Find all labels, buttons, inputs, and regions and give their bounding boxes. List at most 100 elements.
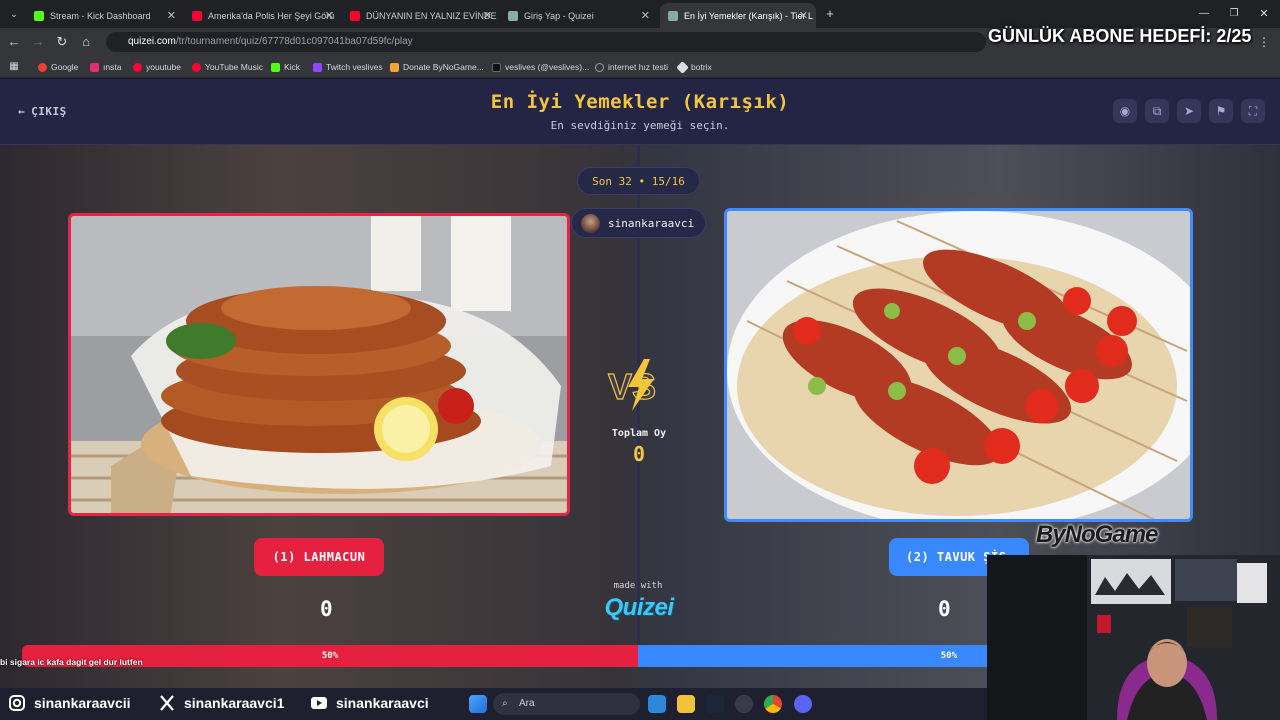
right-percent-bar: 50% xyxy=(638,645,987,667)
bookmark-botrix[interactable]: botrix xyxy=(676,60,712,74)
made-with-label: made with xyxy=(613,581,663,591)
bookmark-youtube-music[interactable]: YouTube Music xyxy=(192,60,263,74)
bookmark-label: ınsta xyxy=(103,62,122,72)
bookmark-label: youutube xyxy=(146,62,181,72)
username: sinankaraavci xyxy=(608,217,695,230)
avatar xyxy=(581,214,600,233)
webcam-overlay xyxy=(987,555,1280,720)
tab-youtube-1[interactable]: Amerika'da Polis Her Şeyi Görü ✕ xyxy=(184,3,342,28)
tab-quizei-active[interactable]: En İyi Yemekler (Karışık) - Tier L ✕ xyxy=(660,3,816,28)
minimize-icon[interactable]: — xyxy=(1196,6,1212,22)
youtube-icon xyxy=(133,62,142,72)
youtube-icon xyxy=(311,697,327,709)
instagram-icon xyxy=(90,62,99,72)
kick-icon xyxy=(34,10,44,21)
choice-card-left[interactable] xyxy=(68,213,570,516)
url-path: /tr/tournament/quiz/67778d01c097041ba07d… xyxy=(175,36,413,47)
windows-start-icon[interactable] xyxy=(469,695,487,713)
weather-app-icon[interactable] xyxy=(648,695,666,713)
twitch-icon xyxy=(313,62,322,72)
choice-button-left[interactable]: (1) LAHMACUN xyxy=(254,538,384,576)
bookmark-label: Google xyxy=(51,62,79,72)
tab-title: Stream - Kick Dashboard xyxy=(50,10,151,21)
bookmarks-bar: ▦ Google ınsta youutube YouTube Music Ki… xyxy=(0,56,1280,78)
back-icon[interactable]: ← xyxy=(6,34,22,50)
page-title: En İyi Yemekler (Karışık) xyxy=(490,91,790,113)
obs-icon[interactable] xyxy=(735,695,753,713)
url-field[interactable]: quizei.com/tr/tournament/quiz/67778d01c0… xyxy=(106,32,986,52)
tab-title: Amerika'da Polis Her Şeyi Görü xyxy=(208,10,335,21)
close-icon[interactable]: ✕ xyxy=(641,9,650,22)
social-handle: sinankaraavcii xyxy=(34,695,131,711)
total-votes-label: Toplam Oy xyxy=(611,428,667,439)
tab-list-icon[interactable]: ⌄ xyxy=(6,6,22,22)
steam-icon[interactable] xyxy=(706,695,724,713)
share-icon[interactable]: ⧉ xyxy=(1145,99,1169,123)
tab-quizei-login[interactable]: Giriş Yap - Quizei ✕ xyxy=(500,3,658,28)
choice-card-right[interactable] xyxy=(724,208,1193,522)
social-instagram: sinankaraavcii xyxy=(8,694,131,712)
social-handle: sinankaraavci1 xyxy=(184,695,285,711)
discord-icon[interactable] xyxy=(794,695,812,713)
reload-icon[interactable]: ↻ xyxy=(54,34,70,50)
youtube-icon xyxy=(350,10,360,21)
apps-icon[interactable]: ▦ xyxy=(6,59,22,75)
tavuk-sis-image xyxy=(727,211,1190,519)
tab-youtube-2[interactable]: DÜNYANIN EN YALNIZ EVİNDE ✕ xyxy=(342,3,500,28)
bookmark-speedtest[interactable]: internet hız testi xyxy=(595,60,668,74)
kick-icon xyxy=(271,62,280,72)
eye-icon[interactable]: ◉ xyxy=(1113,99,1137,123)
quizei-logo[interactable]: Quizei xyxy=(592,594,686,622)
right-votes: 0 xyxy=(938,597,951,621)
bookmark-twitch[interactable]: Twitch veslives xyxy=(313,60,383,74)
donate-icon xyxy=(390,62,399,72)
quiz-header: ← ÇIKIŞ En İyi Yemekler (Karışık) En sev… xyxy=(0,79,1280,145)
bookmark-label: Donate ByNoGame... xyxy=(403,62,484,72)
close-icon[interactable]: ✕ xyxy=(799,9,808,22)
menu-icon[interactable]: ⋮ xyxy=(1256,34,1272,50)
user-badge: sinankaraavci xyxy=(571,208,706,238)
browser-tab-bar: ⌄ Stream - Kick Dashboard ✕ Amerika'da P… xyxy=(0,0,1280,28)
youtube-music-icon xyxy=(192,62,201,72)
forward-icon[interactable]: → xyxy=(30,34,46,50)
file-explorer-icon[interactable] xyxy=(677,695,695,713)
taskbar-search[interactable]: ⌕ Ara xyxy=(493,693,640,715)
tiktok-icon xyxy=(492,62,501,72)
lahmacun-image xyxy=(71,216,567,513)
search-icon: ⌕ xyxy=(502,698,508,709)
tab-kick-dashboard[interactable]: Stream - Kick Dashboard ✕ xyxy=(26,3,184,28)
restore-icon[interactable]: ❐ xyxy=(1226,6,1242,22)
quizei-icon xyxy=(668,10,678,21)
close-icon[interactable]: ✕ xyxy=(483,9,492,22)
fullscreen-icon[interactable]: ⛶ xyxy=(1241,99,1265,123)
bookmark-google[interactable]: Google xyxy=(38,60,78,74)
page-subtitle: En sevdiğiniz yemeği seçin. xyxy=(550,119,730,132)
vs-lightning-icon: VS xyxy=(607,359,657,411)
bookmark-label: Kick xyxy=(284,62,301,72)
social-youtube: sinankaraavci xyxy=(310,694,429,712)
speedtest-icon xyxy=(595,62,604,72)
instagram-icon xyxy=(9,695,25,711)
bookmark-tiktok[interactable]: veslives (@veslives)... xyxy=(492,60,589,74)
new-tab-icon[interactable]: + xyxy=(822,6,838,22)
send-icon[interactable]: ➤ xyxy=(1177,99,1201,123)
home-icon[interactable]: ⌂ xyxy=(78,34,94,50)
subscriber-goal-overlay: GÜNLÜK ABONE HEDEFİ: 2/25 xyxy=(988,26,1252,46)
bookmark-kick[interactable]: Kick xyxy=(271,60,300,74)
x-icon xyxy=(160,695,174,711)
webcam-image xyxy=(987,555,1280,720)
search-placeholder: Ara xyxy=(519,698,535,709)
close-icon[interactable]: ✕ xyxy=(167,9,176,22)
bookmark-insta[interactable]: ınsta xyxy=(90,60,121,74)
bookmark-youtube[interactable]: youutube xyxy=(133,60,181,74)
bottom-bar: sinankaraavcii sinankaraavci1 sinankaraa… xyxy=(0,688,987,720)
bookmark-label: internet hız testi xyxy=(608,62,669,72)
tab-title: En İyi Yemekler (Karışık) - Tier L xyxy=(684,10,814,21)
close-icon[interactable]: ✕ xyxy=(325,9,334,22)
window-close-icon[interactable]: ✕ xyxy=(1256,6,1272,22)
bookmark-donate[interactable]: Donate ByNoGame... xyxy=(390,60,484,74)
chrome-icon[interactable] xyxy=(764,695,782,713)
youtube-icon xyxy=(192,10,202,21)
flag-icon[interactable]: ⚑ xyxy=(1209,99,1233,123)
social-handle: sinankaraavci xyxy=(336,695,429,711)
